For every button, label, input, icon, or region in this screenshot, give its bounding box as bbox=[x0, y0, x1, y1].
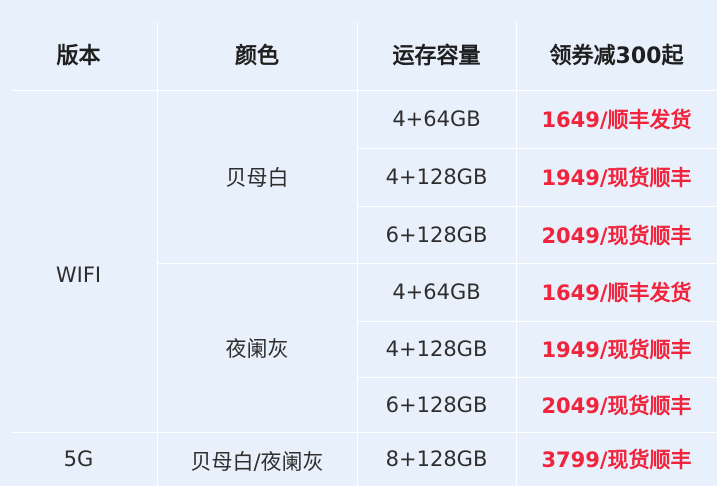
price-cell: 2049/现货顺丰 bbox=[541, 223, 692, 248]
price-cell: 1649/顺丰发货 bbox=[541, 281, 692, 305]
memory-cell: 4+128GB bbox=[385, 165, 488, 189]
header-version: 版本 bbox=[56, 44, 101, 69]
memory-cell: 6+128GB bbox=[385, 392, 488, 417]
memory-cell: 4+64GB bbox=[392, 280, 481, 304]
memory-cell: 8+128GB bbox=[385, 447, 488, 471]
price-cell: 1949/现货顺丰 bbox=[541, 338, 692, 362]
price-cell: 2049/现货顺丰 bbox=[541, 393, 692, 418]
header-coupon: 领券减300起 bbox=[549, 44, 684, 69]
header-color: 颜色 bbox=[234, 44, 279, 69]
version-cell-wifi: WIFI bbox=[55, 263, 102, 287]
color-cell: 夜阑灰 bbox=[225, 336, 289, 361]
memory-cell: 4+64GB bbox=[392, 107, 481, 131]
price-table: 版本 颜色 运存容量 领券减300起 WIFI 贝母白 4+64GB 1649/… bbox=[0, 0, 717, 486]
version-cell-5g: 5G bbox=[63, 447, 94, 471]
color-cell: 贝母白 bbox=[225, 165, 289, 190]
header-memory: 运存容量 bbox=[392, 44, 481, 69]
price-cell: 1949/现货顺丰 bbox=[541, 166, 692, 190]
price-cell: 1649/顺丰发货 bbox=[541, 108, 692, 132]
color-cell: 贝母白/夜阑灰 bbox=[190, 450, 324, 474]
memory-cell: 6+128GB bbox=[385, 222, 488, 247]
price-cell: 3799/现货顺丰 bbox=[541, 448, 692, 472]
memory-cell: 4+128GB bbox=[385, 337, 488, 361]
